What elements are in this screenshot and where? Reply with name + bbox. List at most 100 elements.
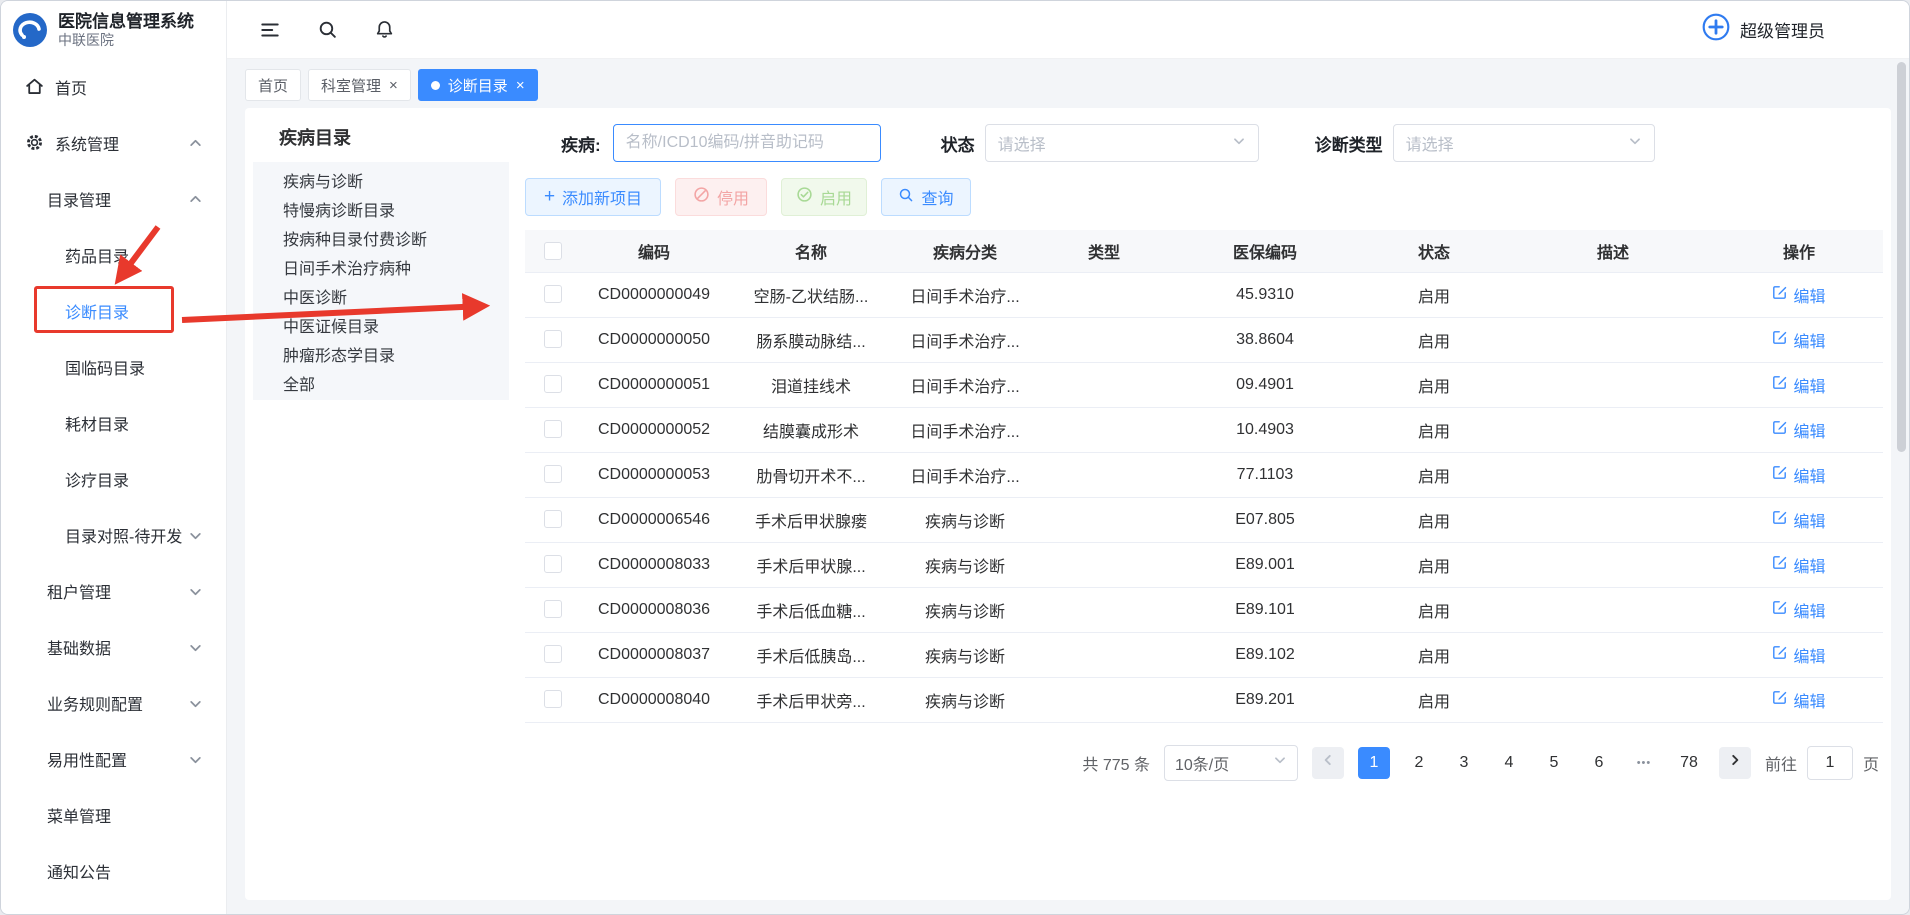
row-checkbox[interactable] [544,420,562,438]
page-size-select[interactable]: 10条/页 [1164,745,1298,781]
search-icon[interactable] [317,19,338,40]
edit-link[interactable]: 编辑 [1772,373,1825,397]
tree-item[interactable]: 肿瘤形态学目录 [253,339,509,368]
row-checkbox[interactable] [544,690,562,708]
sidebar-item-diagnosis-catalog[interactable]: 诊断目录 [1,283,226,339]
user-area[interactable]: 超级管理员 [1701,12,1825,47]
sidebar-item-label: 易用性配置 [47,747,127,771]
row-checkbox[interactable] [544,555,562,573]
query-button[interactable]: 查询 [881,178,971,216]
row-checkbox[interactable] [544,330,562,348]
tree-item[interactable]: 日间手术治疗病种 [253,252,509,281]
tree-item[interactable]: 按病种目录付费诊断 [253,223,509,252]
page-number-button[interactable]: 6 [1583,747,1615,779]
chevron-down-icon [189,753,202,766]
cell-description [1511,452,1715,497]
page-number-button[interactable]: ••• [1628,747,1660,779]
cell-code: CD0000008036 [581,587,727,632]
disease-search-input[interactable] [613,124,881,162]
sidebar-item-catalog-compare[interactable]: 目录对照-待开发 [1,507,226,563]
goto-page-input[interactable] [1807,746,1853,780]
enable-button[interactable]: 启用 [781,178,867,216]
close-icon[interactable]: × [389,78,398,93]
cell-code: CD0000000052 [581,407,727,452]
tab-bar: 首页 科室管理 × 诊断目录 × [227,59,1909,103]
row-checkbox[interactable] [544,510,562,528]
edit-link[interactable]: 编辑 [1772,463,1825,487]
pagination: 共 775 条 10条/页 1 2 [525,745,1883,781]
sidebar-item-treatment-catalog[interactable]: 诊疗目录 [1,451,226,507]
status-select[interactable]: 请选择 [985,124,1259,162]
sidebar-item-tenant-mgmt[interactable]: 租户管理 [1,563,226,619]
edit-link[interactable]: 编辑 [1772,418,1825,442]
chevron-up-icon [189,137,202,150]
catalog-content: 疾病: 状态 请选择 诊断类型 请选择 + [525,116,1883,892]
sidebar-item-label: 业务规则配置 [47,691,143,715]
row-checkbox[interactable] [544,375,562,393]
row-checkbox[interactable] [544,600,562,618]
page-number-button[interactable]: 4 [1493,747,1525,779]
chevron-down-icon [189,585,202,598]
status-filter-label: 状态 [941,131,975,156]
sidebar-item-consumables-catalog[interactable]: 耗材目录 [1,395,226,451]
sidebar-item-menu-mgmt[interactable]: 菜单管理 [1,787,226,843]
bell-icon[interactable] [374,19,395,40]
table-row: CD0000008040 手术后甲状旁... 疾病与诊断 E89.201 启用 [525,677,1883,722]
tree-item[interactable]: 中医诊断 [253,281,509,310]
row-checkbox[interactable] [544,465,562,483]
chevron-down-icon [1628,134,1642,153]
tree-item[interactable]: 全部 [253,368,509,397]
cell-insurance-code: 38.8604 [1173,317,1357,362]
edit-link[interactable]: 编辑 [1772,508,1825,532]
cell-insurance-code: E89.001 [1173,542,1357,587]
cell-code: CD0000008037 [581,632,727,677]
edit-link[interactable]: 编辑 [1772,643,1825,667]
disable-button[interactable]: 停用 [675,178,767,216]
sidebar-item-notices[interactable]: 通知公告 [1,843,226,899]
edit-link[interactable]: 编辑 [1772,553,1825,577]
sidebar-item-home[interactable]: 首页 [1,59,226,115]
sidebar-item-label: 基础数据 [47,635,111,659]
diagnosis-type-select[interactable]: 请选择 [1393,124,1655,162]
page-number-button[interactable]: 2 [1403,747,1435,779]
page-number-button[interactable]: 78 [1673,747,1705,779]
cell-category: 疾病与诊断 [895,587,1035,632]
vertical-scrollbar[interactable] [1897,62,1906,452]
tab-diagnosis-catalog[interactable]: 诊断目录 × [418,69,538,101]
sidebar-item-national-code-catalog[interactable]: 国临码目录 [1,339,226,395]
next-page-button[interactable] [1719,747,1751,779]
tab-home[interactable]: 首页 [245,69,301,101]
tree-item[interactable]: 中医证候目录 [253,310,509,339]
select-all-checkbox[interactable] [544,242,562,260]
edit-link[interactable]: 编辑 [1772,688,1825,712]
sidebar-item-label: 耗材目录 [65,411,129,435]
cell-type [1035,677,1173,722]
collapse-menu-icon[interactable] [259,19,281,41]
sidebar-item-business-rules[interactable]: 业务规则配置 [1,675,226,731]
row-checkbox[interactable] [544,285,562,303]
sidebar-item-usability-config[interactable]: 易用性配置 [1,731,226,787]
sidebar-item-drug-catalog[interactable]: 药品目录 [1,227,226,283]
main-area: 首页 科室管理 × 诊断目录 × 疾病目录 疾病与诊断 [227,59,1909,914]
page-size-value: 10条/页 [1175,751,1229,775]
tree-item[interactable]: 特慢病诊断目录 [253,194,509,223]
sidebar-item-catalog-mgmt[interactable]: 目录管理 [1,171,226,227]
prohibit-icon [693,186,710,208]
edit-link[interactable]: 编辑 [1772,328,1825,352]
sidebar-item-system-mgmt[interactable]: 系统管理 [1,115,226,171]
page-number-button[interactable]: 1 [1358,747,1390,779]
tree-item-label: 按病种目录付费诊断 [283,226,427,250]
cell-insurance-code: E89.101 [1173,587,1357,632]
prev-page-button[interactable] [1312,747,1344,779]
row-checkbox[interactable] [544,645,562,663]
add-item-button[interactable]: + 添加新项目 [525,178,661,216]
tree-item[interactable]: 疾病与诊断 [253,165,509,194]
sidebar-item-basic-data[interactable]: 基础数据 [1,619,226,675]
page-number-button[interactable]: 3 [1448,747,1480,779]
tab-department-mgmt[interactable]: 科室管理 × [308,69,411,101]
page-number-button[interactable]: 5 [1538,747,1570,779]
close-icon[interactable]: × [516,78,525,93]
edit-link[interactable]: 编辑 [1772,283,1825,307]
edit-link[interactable]: 编辑 [1772,598,1825,622]
cell-status: 启用 [1357,317,1511,362]
